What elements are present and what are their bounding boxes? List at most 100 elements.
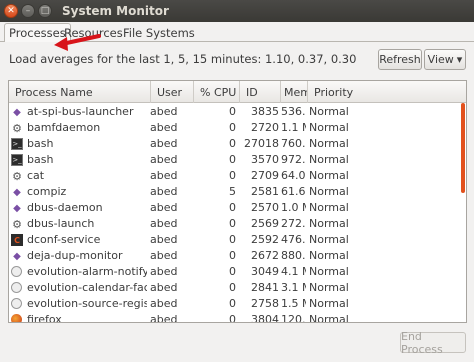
table-row[interactable]: evolution-alarm-notifyabed 0 30494.1 MiBNo…: [9, 264, 459, 280]
priority-cell: Normal: [309, 137, 349, 150]
cpu-cell: 0: [229, 233, 236, 246]
process-gear-icon: ⚙: [12, 169, 22, 183]
memory-cell: 3.1 MiB: [281, 281, 306, 294]
tab-bar: Processes Resources File Systems: [0, 22, 474, 42]
process-name-cell: evolution-calendar-factory: [27, 281, 147, 294]
memory-cell: 64.0 KiB: [281, 169, 306, 182]
table-row[interactable]: ⚙ cat abed 0 270964.0 KiBNormal: [9, 168, 459, 184]
memory-cell: 1.1 MiB: [281, 121, 306, 134]
column-header-process-name[interactable]: Process Name: [9, 81, 151, 103]
table-header: Process Name User % CPU ID Memory Priori…: [9, 81, 466, 103]
priority-cell: Normal: [309, 249, 349, 262]
user-cell: abed: [150, 281, 178, 294]
chevron-down-icon: ▾: [456, 53, 463, 66]
table-row[interactable]: ◆ deja-dup-monitor abed 0 2672880.0 KiBNorma…: [9, 248, 459, 264]
column-header-memory[interactable]: Memory: [281, 81, 308, 103]
cpu-cell: 0: [229, 137, 236, 150]
cpu-cell: 0: [229, 121, 236, 134]
cpu-cell: 0: [229, 249, 236, 262]
process-name-cell: bash: [27, 137, 54, 150]
end-process-button[interactable]: End Process: [400, 330, 466, 356]
memory-cell: 880.0 KiB: [281, 249, 306, 262]
user-cell: abed: [150, 217, 178, 230]
user-cell: abed: [150, 201, 178, 214]
memory-cell: 536.0 KiB: [281, 105, 306, 118]
user-cell: abed: [150, 105, 178, 118]
memory-cell: 972.0 KiB: [281, 153, 306, 166]
table-row[interactable]: evolution-source-registryabed 0 27581.5 Mi…: [9, 296, 459, 312]
process-dconf-icon: C: [11, 234, 23, 246]
process-name-cell: deja-dup-monitor: [27, 249, 123, 262]
user-cell: abed: [150, 313, 178, 323]
refresh-button-label: Refresh: [379, 53, 421, 66]
view-menu-button[interactable]: View ▾: [424, 49, 466, 70]
close-icon[interactable]: ✕: [4, 4, 18, 18]
memory-cell: 120.5 MiB: [281, 313, 306, 323]
process-diamond-icon: ◆: [13, 106, 21, 118]
memory-cell: 61.6 MiB: [281, 185, 306, 198]
pid-cell: 3804: [251, 313, 279, 323]
process-evo-icon: [11, 266, 22, 277]
minimize-icon[interactable]: –: [21, 4, 35, 18]
process-fox-icon: [11, 314, 22, 322]
priority-cell: Normal: [309, 297, 349, 310]
user-cell: abed: [150, 233, 178, 246]
process-table[interactable]: Process Name User % CPU ID Memory Priori…: [8, 80, 467, 323]
cpu-cell: 0: [229, 105, 236, 118]
priority-cell: Normal: [309, 201, 349, 214]
priority-cell: Normal: [309, 185, 349, 198]
process-name-cell: evolution-source-registry: [27, 297, 147, 310]
table-row[interactable]: ⚙ bamfdaemon abed 0 27201.1 MiBNormal: [9, 120, 459, 136]
process-gear-icon: ⚙: [12, 121, 22, 135]
process-diamond-icon: ◆: [13, 250, 21, 262]
pid-cell: 2758: [251, 297, 279, 310]
pid-cell: 3835: [251, 105, 279, 118]
cpu-cell: 0: [229, 265, 236, 278]
process-name-cell: dconf-service: [27, 233, 101, 246]
refresh-button[interactable]: Refresh: [378, 49, 422, 70]
process-name-cell: evolution-alarm-notify: [27, 265, 147, 278]
table-row[interactable]: ◆ compiz abed 5 258161.6 MiBNormal: [9, 184, 459, 200]
process-evo-icon: [11, 298, 22, 309]
process-term-icon: >_: [11, 138, 23, 150]
priority-cell: Normal: [309, 169, 349, 182]
table-row[interactable]: >_ bash abed 0 27018760.0 KiBNormal: [9, 136, 459, 152]
column-header-id[interactable]: ID: [240, 81, 281, 103]
table-row[interactable]: ◆ at-spi-bus-launcher abed 0 3835536.0 KiBNo…: [9, 104, 459, 120]
memory-cell: 4.1 MiB: [281, 265, 306, 278]
cpu-cell: 0: [229, 153, 236, 166]
memory-cell: 476.0 KiB: [281, 233, 306, 246]
process-gear-icon: ⚙: [12, 217, 22, 231]
maximize-icon[interactable]: □: [38, 4, 52, 18]
user-cell: abed: [150, 265, 178, 278]
process-term-icon: >_: [11, 154, 23, 166]
user-cell: abed: [150, 121, 178, 134]
cpu-cell: 5: [229, 185, 236, 198]
cpu-cell: 0: [229, 313, 236, 323]
priority-cell: Normal: [309, 281, 349, 294]
table-row[interactable]: ◆ dbus-daemon abed 0 25701.0 MiBNormal: [9, 200, 459, 216]
user-cell: abed: [150, 297, 178, 310]
user-cell: abed: [150, 249, 178, 262]
tab-resources[interactable]: Resources: [60, 23, 127, 42]
process-name-cell: dbus-daemon: [27, 201, 103, 214]
column-header-user[interactable]: User: [151, 81, 194, 103]
table-row[interactable]: ⚙ dbus-launch abed 0 2569272.0 KiBNormal: [9, 216, 459, 232]
table-row[interactable]: Cdconf-service abed 0 2592476.0 KiBNormal: [9, 232, 459, 248]
priority-cell: Normal: [309, 105, 349, 118]
user-cell: abed: [150, 169, 178, 182]
column-header-priority[interactable]: Priority: [308, 81, 461, 103]
tab-file-systems[interactable]: File Systems: [119, 23, 199, 42]
column-header-cpu[interactable]: % CPU: [194, 81, 240, 103]
table-row[interactable]: firefox abed 0 3804120.5 MiBNormal: [9, 312, 459, 323]
pid-cell: 2841: [251, 281, 279, 294]
memory-cell: 760.0 KiB: [281, 137, 306, 150]
table-row[interactable]: evolution-calendar-factoryabed 0 28413.1 M…: [9, 280, 459, 296]
scrollbar-thumb[interactable]: [461, 103, 465, 193]
pid-cell: 2720: [251, 121, 279, 134]
pid-cell: 2592: [251, 233, 279, 246]
priority-cell: Normal: [309, 233, 349, 246]
user-cell: abed: [150, 137, 178, 150]
window-title: System Monitor: [62, 4, 169, 18]
table-row[interactable]: >_ bash abed 0 3570972.0 KiBNormal: [9, 152, 459, 168]
